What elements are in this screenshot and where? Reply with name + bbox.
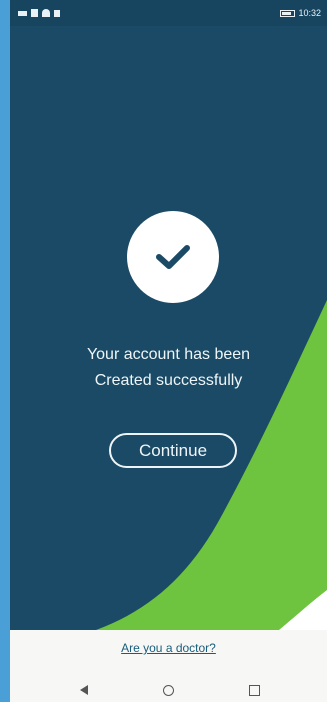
message-line-1: Your account has been xyxy=(86,346,251,363)
success-badge xyxy=(127,211,219,303)
status-bar: 10:32 xyxy=(10,0,327,26)
wifi-icon xyxy=(42,9,50,17)
battery-icon xyxy=(280,9,296,17)
circle-icon[interactable] xyxy=(163,684,174,696)
triangle-left-icon[interactable] xyxy=(80,685,88,695)
sim-icon xyxy=(18,10,27,16)
checkmark-icon xyxy=(156,245,190,269)
message-line-2: Created successfully xyxy=(94,372,243,389)
success-message: Your account has been Created successful… xyxy=(10,342,327,394)
signal-icon xyxy=(31,9,38,17)
square-icon[interactable] xyxy=(249,684,260,696)
status-time: 10:32 xyxy=(298,8,321,18)
doctor-link[interactable]: Are you a doctor? xyxy=(10,639,327,657)
status-right: 10:32 xyxy=(280,0,321,26)
notification-icon xyxy=(54,9,60,17)
phone-frame: 10:32 Your account has been Created succ… xyxy=(10,0,327,702)
android-nav-bar xyxy=(80,680,260,700)
status-left xyxy=(18,0,64,26)
continue-button[interactable]: Continue xyxy=(109,433,237,468)
green-wave-graphic xyxy=(96,300,327,630)
success-screen: 10:32 Your account has been Created succ… xyxy=(10,0,327,630)
